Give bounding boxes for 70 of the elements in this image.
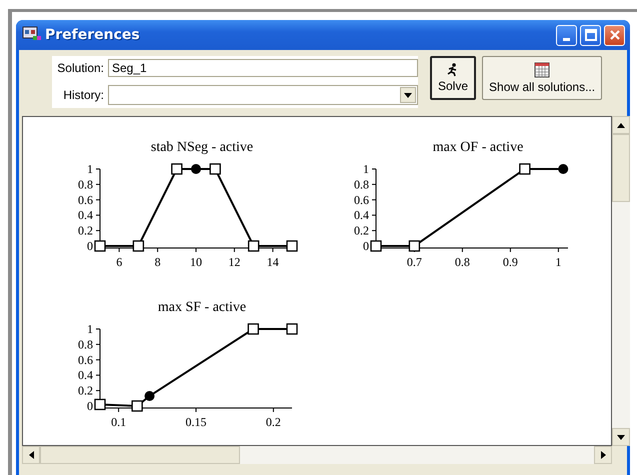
x-tick-label: 10 (190, 255, 202, 269)
y-tick-label: 0.4 (78, 208, 93, 222)
point-marker (286, 323, 298, 335)
vertical-scrollbar[interactable] (612, 116, 630, 446)
solution-field[interactable]: Seg_1 (108, 59, 418, 77)
chart-title: max SF - active (158, 300, 246, 315)
point-marker (519, 163, 530, 175)
y-tick-label: 0 (87, 239, 93, 253)
scroll-down-icon[interactable] (612, 428, 630, 446)
y-tick-label: 0.4 (354, 208, 369, 222)
minimize-button[interactable] (556, 24, 577, 46)
x-tick-label: 0.7 (406, 255, 422, 269)
y-tick-label: 0.8 (78, 337, 93, 352)
x-tick-label: 8 (154, 255, 161, 269)
close-icon (608, 29, 620, 41)
scroll-left-icon[interactable] (22, 446, 40, 464)
y-tick-label: 0.8 (78, 177, 93, 192)
maximize-icon (584, 29, 596, 41)
x-tick-label: 14 (266, 255, 279, 269)
x-tick-label: 12 (228, 255, 240, 269)
chart-title: max OF - active (432, 140, 524, 155)
point-marker (132, 400, 143, 412)
current-point (144, 391, 155, 401)
x-tick-label: 0.15 (186, 415, 206, 429)
point-marker (286, 240, 298, 252)
x-tick-label: 0.2 (266, 415, 281, 429)
point-marker (132, 240, 144, 252)
window-title: Preferences (45, 27, 141, 43)
show-solutions-button[interactable]: Show all solutions... (482, 56, 602, 100)
y-tick-label: 0.6 (354, 192, 369, 207)
point-marker (248, 240, 260, 252)
y-tick-label: 0 (87, 399, 93, 413)
solve-button[interactable]: Solve (430, 56, 476, 100)
y-tick-label: 0.2 (78, 384, 93, 398)
calendar-icon (534, 62, 550, 78)
point-marker (370, 240, 382, 252)
y-tick-label: 0.4 (78, 368, 93, 382)
y-tick-label: 0 (363, 239, 369, 253)
x-tick-label: 6 (116, 255, 122, 269)
current-point (191, 164, 201, 174)
x-tick-label: 0.9 (502, 255, 518, 269)
horizontal-scrollbar[interactable] (22, 446, 612, 464)
scroll-thumb[interactable] (40, 446, 240, 464)
y-tick-label: 0.2 (354, 224, 369, 238)
point-marker (94, 398, 106, 410)
point-marker (248, 323, 259, 335)
scroll-thumb[interactable] (612, 134, 630, 202)
point-marker (94, 240, 106, 252)
y-tick-label: 1 (87, 162, 93, 176)
y-tick-label: 1 (87, 322, 93, 336)
y-tick-label: 1 (363, 162, 369, 176)
x-tick-label: 0.8 (454, 255, 470, 269)
history-label: History: (62, 88, 105, 102)
point-marker (210, 163, 221, 175)
chart-title: stab NSeg - active (150, 140, 254, 155)
maximize-button[interactable] (580, 24, 601, 46)
scroll-right-icon[interactable] (594, 446, 612, 464)
close-button[interactable] (604, 24, 625, 46)
y-tick-label: 0.2 (78, 224, 93, 238)
y-tick-label: 0.8 (354, 177, 369, 192)
y-tick-label: 0.6 (78, 192, 93, 207)
current-point (558, 164, 568, 174)
minimize-icon (563, 38, 570, 40)
y-tick-label: 0.6 (78, 352, 93, 367)
scroll-up-icon[interactable] (612, 116, 630, 134)
solution-label: Solution: (56, 61, 105, 75)
x-tick-label: 1 (555, 255, 562, 269)
point-marker (171, 163, 182, 175)
point-marker (408, 240, 420, 252)
x-tick-label: 0.1 (111, 415, 126, 429)
